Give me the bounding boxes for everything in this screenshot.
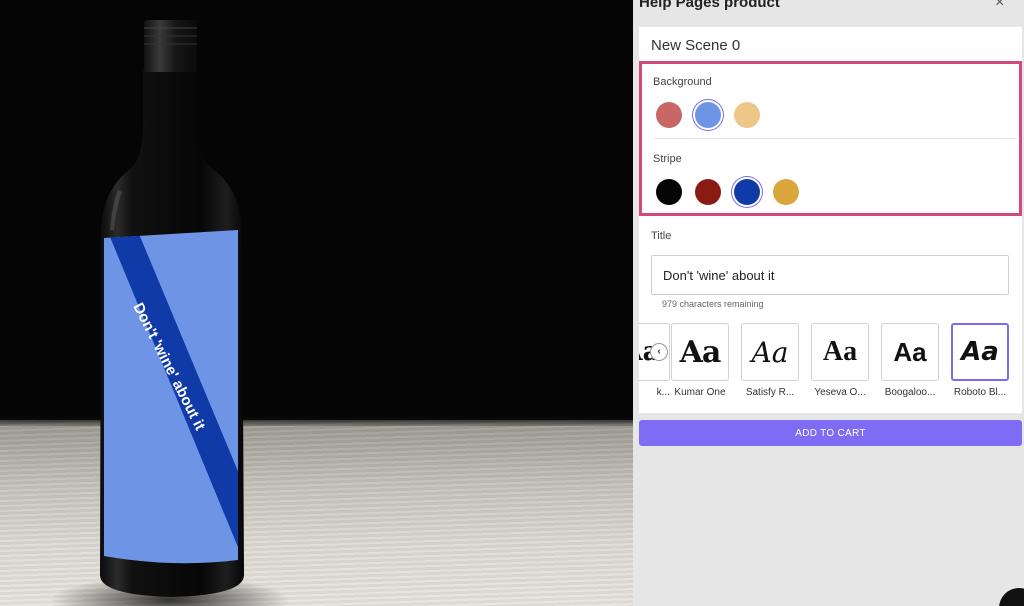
title-input[interactable] xyxy=(651,255,1009,295)
font-name: Yeseva O... xyxy=(814,387,866,398)
font-sample: Aa xyxy=(811,323,869,381)
background-swatch-blue[interactable] xyxy=(695,102,721,128)
font-option-satisfy[interactable]: Aa Satisfy R... xyxy=(741,323,799,398)
product-3d-viewport[interactable]: Don't 'wine' about it xyxy=(0,0,633,606)
label-background xyxy=(104,230,238,564)
color-options-highlight: Background Stripe xyxy=(639,61,1022,216)
stripe-swatch-navy[interactable] xyxy=(734,179,760,205)
font-option-yeseva-one[interactable]: Aa Yeseva O... xyxy=(811,323,869,398)
font-sample: Aa xyxy=(881,323,939,381)
close-icon[interactable]: × xyxy=(995,0,1004,12)
scene-name: New Scene 0 xyxy=(651,37,741,54)
font-name: k... xyxy=(656,387,670,398)
add-to-cart-button[interactable]: ADD TO CART xyxy=(639,420,1022,446)
section-divider xyxy=(654,138,1017,139)
stripe-swatch-black[interactable] xyxy=(656,179,682,205)
background-swatch-sand[interactable] xyxy=(734,102,760,128)
stripe-swatch-red[interactable] xyxy=(695,179,721,205)
stripe-label: Stripe xyxy=(653,153,682,165)
background-label: Background xyxy=(653,76,712,88)
chars-remaining: 979 characters remaining xyxy=(662,299,764,309)
font-name: Satisfy R... xyxy=(745,387,795,398)
title-label: Title xyxy=(651,230,672,242)
font-name: Boogaloo... xyxy=(884,387,936,398)
font-sample: Aa xyxy=(951,323,1009,381)
font-option-roboto-black[interactable]: Aa Roboto Bl... xyxy=(951,323,1009,398)
font-sample: Aa xyxy=(741,323,799,381)
customizer-panel: Help Pages product × New Scene 0 Backgro… xyxy=(633,0,1024,606)
panel-title: Help Pages product xyxy=(639,0,780,11)
font-option-boogaloo[interactable]: Aa Boogaloo... xyxy=(881,323,939,398)
font-option-kumar-one[interactable]: Aa Kumar One xyxy=(671,323,729,398)
font-carousel: Aa k... ‹ Aa Kumar One Aa Satisfy R... A… xyxy=(639,321,1022,403)
wine-bottle[interactable]: Don't 'wine' about it xyxy=(0,0,633,606)
font-option-partial[interactable]: Aa k... xyxy=(639,323,670,398)
chevron-left-icon[interactable]: ‹ xyxy=(651,344,667,360)
font-name: Roboto Bl... xyxy=(953,387,1007,398)
font-name: Kumar One xyxy=(674,387,726,398)
background-swatch-rose[interactable] xyxy=(656,102,682,128)
stripe-swatch-gold[interactable] xyxy=(773,179,799,205)
options-card: New Scene 0 Background Stripe Title 979 … xyxy=(639,27,1022,413)
font-sample: Aa xyxy=(671,323,729,381)
